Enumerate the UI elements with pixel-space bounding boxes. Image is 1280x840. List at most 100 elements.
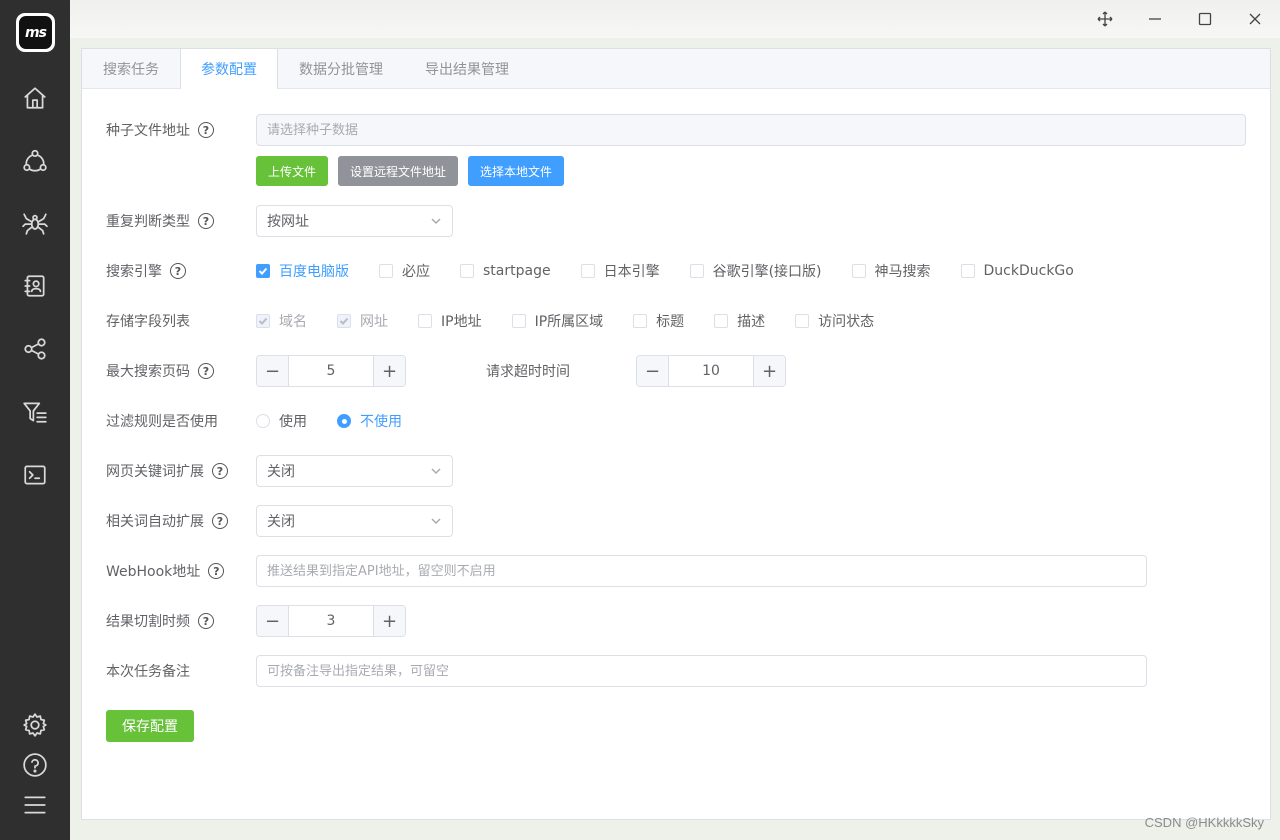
timeout-stepper: − 10 + xyxy=(636,355,786,387)
engine-shenma-checkbox[interactable]: 神马搜索 xyxy=(851,261,931,281)
close-icon[interactable] xyxy=(1240,4,1270,34)
field-description-checkbox[interactable]: 描述 xyxy=(714,311,765,331)
note-label: 本次任务备注 xyxy=(106,664,190,680)
watermark: CSDN @HKkkkkSky xyxy=(1144,815,1264,830)
plus-button[interactable]: + xyxy=(373,356,405,386)
chevron-down-icon xyxy=(431,218,441,225)
filter-use-radio[interactable]: 使用 xyxy=(256,411,307,431)
fields-label: 存储字段列表 xyxy=(106,314,190,330)
seed-file-buttons: 上传文件 设置远程文件地址 选择本地文件 xyxy=(256,156,574,186)
seed-file-row: 种子文件地址 ? xyxy=(106,114,1246,146)
minus-button[interactable]: − xyxy=(257,356,289,386)
cut-freq-row: 结果切割时频 ? − 3 + xyxy=(106,605,406,637)
engine-startpage-checkbox[interactable]: startpage xyxy=(460,261,551,281)
field-domain-checkbox[interactable]: 域名 xyxy=(256,311,307,331)
cut-freq-value[interactable]: 3 xyxy=(289,606,373,636)
chevron-down-icon xyxy=(431,518,441,525)
webhook-input[interactable] xyxy=(256,555,1147,587)
minus-button[interactable]: − xyxy=(257,606,289,636)
local-file-button[interactable]: 选择本地文件 xyxy=(468,156,565,186)
note-row: 本次任务备注 xyxy=(106,655,1147,687)
spider-icon[interactable] xyxy=(20,208,50,238)
filter-rules-group: 使用 不使用 xyxy=(256,411,432,431)
seed-file-label: 种子文件地址 ? xyxy=(106,120,256,140)
minus-button[interactable]: − xyxy=(637,356,669,386)
filter-rules-row: 过滤规则是否使用 使用 不使用 xyxy=(106,411,432,431)
keyword-expand-row: 网页关键词扩展 ? 关闭 xyxy=(106,455,453,487)
dup-type-select[interactable]: 按网址 xyxy=(256,205,453,237)
help-icon[interactable]: ? xyxy=(170,263,186,279)
engine-google-checkbox[interactable]: 谷歌引擎(接口版) xyxy=(689,261,822,281)
tab-bar: 搜索任务 参数配置 数据分批管理 导出结果管理 xyxy=(82,49,1270,89)
help-icon[interactable]: ? xyxy=(198,213,214,229)
max-pages-value[interactable]: 5 xyxy=(289,356,373,386)
related-expand-label: 相关词自动扩展 ? xyxy=(106,511,256,531)
filter-rules-label: 过滤规则是否使用 xyxy=(106,414,218,430)
logo-text: ms xyxy=(19,16,52,49)
max-pages-stepper: − 5 + xyxy=(256,355,406,387)
menu-icon[interactable] xyxy=(20,790,50,820)
help-icon[interactable]: ? xyxy=(198,122,214,138)
move-icon[interactable] xyxy=(1090,4,1120,34)
minimize-icon[interactable] xyxy=(1140,4,1170,34)
dup-type-label: 重复判断类型 ? xyxy=(106,211,256,231)
main-panel: 搜索任务 参数配置 数据分批管理 导出结果管理 种子文件地址 ? 上传文件 设置… xyxy=(81,48,1271,820)
upload-file-button[interactable]: 上传文件 xyxy=(256,156,329,186)
sidebar: ms xyxy=(0,0,70,840)
help-icon[interactable]: ? xyxy=(208,563,225,579)
field-ip-region-checkbox[interactable]: IP所属区域 xyxy=(511,311,603,331)
share-icon[interactable] xyxy=(20,334,50,364)
contact-book-icon[interactable] xyxy=(20,271,50,301)
webhook-label: WebHook地址 ? xyxy=(106,561,256,581)
app-logo: ms xyxy=(16,13,55,52)
help-icon[interactable]: ? xyxy=(212,463,228,479)
title-bar xyxy=(70,0,1280,38)
plus-button[interactable]: + xyxy=(753,356,785,386)
chevron-down-icon xyxy=(431,468,441,475)
tab-export-management[interactable]: 导出结果管理 xyxy=(404,49,530,88)
nodes-icon[interactable] xyxy=(20,146,50,176)
engine-baidu-checkbox[interactable]: 百度电脑版 xyxy=(256,261,349,281)
engine-bing-checkbox[interactable]: 必应 xyxy=(379,261,430,281)
help-icon[interactable]: ? xyxy=(198,613,214,629)
tab-batch-management[interactable]: 数据分批管理 xyxy=(278,49,404,88)
cut-freq-label: 结果切割时频 ? xyxy=(106,611,256,631)
engine-duckduckgo-checkbox[interactable]: DuckDuckGo xyxy=(960,261,1074,281)
fields-row: 存储字段列表 域名 网址 IP地址 IP所属区域 标题 描述 访问状态 xyxy=(106,311,904,331)
note-input[interactable] xyxy=(256,655,1147,687)
field-ip-checkbox[interactable]: IP地址 xyxy=(418,311,482,331)
cut-freq-stepper: − 3 + xyxy=(256,605,406,637)
dup-type-row: 重复判断类型 ? 按网址 xyxy=(106,205,453,237)
fields-group: 域名 网址 IP地址 IP所属区域 标题 描述 访问状态 xyxy=(256,311,904,331)
engines-row: 搜索引擎 ? 百度电脑版 必应 startpage 日本引擎 谷歌引擎(接口版)… xyxy=(106,261,1104,281)
maximize-icon[interactable] xyxy=(1190,4,1220,34)
webhook-row: WebHook地址 ? xyxy=(106,555,1147,587)
keyword-expand-label: 网页关键词扩展 ? xyxy=(106,461,256,481)
terminal-icon[interactable] xyxy=(20,460,50,490)
help-icon[interactable]: ? xyxy=(212,513,228,529)
remote-file-button[interactable]: 设置远程文件地址 xyxy=(338,156,459,186)
timeout-value[interactable]: 10 xyxy=(669,356,753,386)
filter-not-use-radio[interactable]: 不使用 xyxy=(337,411,402,431)
max-pages-row: 最大搜索页码 ? − 5 + 请求超时时间 − 10 + xyxy=(106,355,786,387)
timeout-label: 请求超时时间 xyxy=(486,364,570,380)
tab-params-config[interactable]: 参数配置 xyxy=(180,49,278,89)
field-url-checkbox[interactable]: 网址 xyxy=(337,311,388,331)
field-title-checkbox[interactable]: 标题 xyxy=(633,311,684,331)
max-pages-label: 最大搜索页码 ? xyxy=(106,361,256,381)
gear-icon[interactable] xyxy=(20,710,50,740)
engines-group: 百度电脑版 必应 startpage 日本引擎 谷歌引擎(接口版) 神马搜索 D… xyxy=(256,261,1104,281)
home-icon[interactable] xyxy=(20,83,50,113)
question-icon[interactable] xyxy=(20,750,50,780)
save-config-button[interactable]: 保存配置 xyxy=(106,710,194,742)
keyword-expand-select[interactable]: 关闭 xyxy=(256,455,453,487)
related-expand-select[interactable]: 关闭 xyxy=(256,505,453,537)
field-status-checkbox[interactable]: 访问状态 xyxy=(795,311,874,331)
plus-button[interactable]: + xyxy=(373,606,405,636)
filter-icon[interactable] xyxy=(20,397,50,427)
seed-file-input[interactable] xyxy=(256,114,1246,146)
engine-japan-checkbox[interactable]: 日本引擎 xyxy=(580,261,660,281)
tab-search-tasks[interactable]: 搜索任务 xyxy=(82,49,180,88)
help-icon[interactable]: ? xyxy=(198,363,214,379)
related-expand-row: 相关词自动扩展 ? 关闭 xyxy=(106,505,453,537)
